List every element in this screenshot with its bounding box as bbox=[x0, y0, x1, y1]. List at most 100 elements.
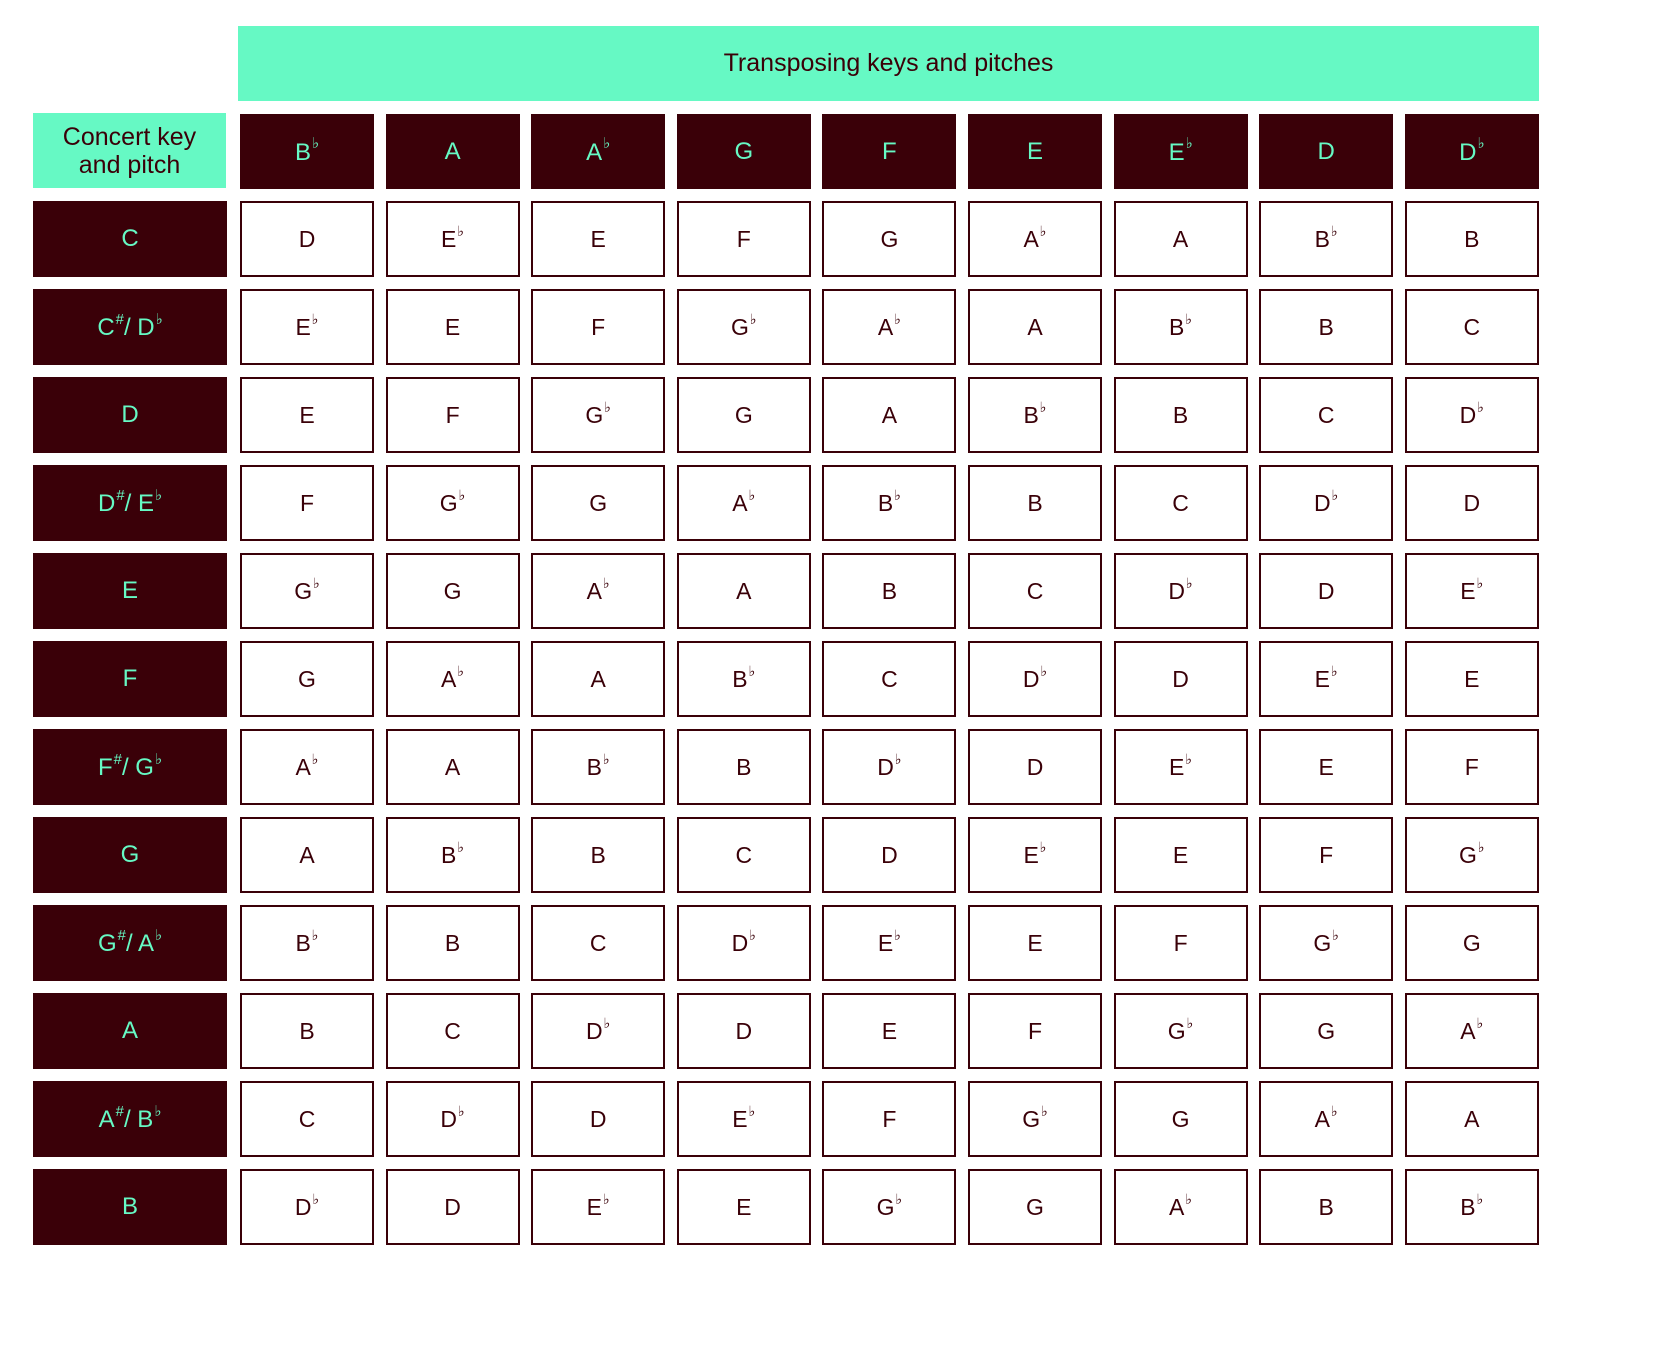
table-cell: B♭ bbox=[1259, 201, 1394, 277]
table-cell: G bbox=[240, 641, 374, 717]
row-header: G bbox=[33, 817, 227, 893]
row-header: C#/ D♭ bbox=[33, 289, 227, 365]
table-cell: F bbox=[676, 201, 811, 277]
table-cell: C bbox=[531, 905, 666, 981]
column-header: F bbox=[822, 114, 957, 189]
table-cell: B bbox=[1259, 289, 1394, 365]
row-header: C bbox=[33, 201, 227, 277]
column-header: A♭ bbox=[531, 114, 666, 189]
table-cell: F bbox=[968, 993, 1102, 1069]
table-cell: A bbox=[968, 289, 1102, 365]
column-header: E♭ bbox=[1113, 114, 1248, 189]
column-header: A bbox=[385, 114, 520, 189]
table-cell: B bbox=[385, 905, 520, 981]
table-cell: G bbox=[385, 553, 520, 629]
table-cell: E♭ bbox=[385, 201, 520, 277]
table-cell: A bbox=[1113, 201, 1248, 277]
table-cell: D♭ bbox=[968, 641, 1102, 717]
table-cell: G♭ bbox=[1113, 993, 1248, 1069]
table-cell: F bbox=[1259, 817, 1394, 893]
table-cell: B bbox=[531, 817, 666, 893]
table-cell: D bbox=[531, 1081, 666, 1157]
table-cell: B bbox=[1259, 1169, 1394, 1245]
table-cell: B bbox=[1113, 377, 1248, 453]
table-cell: E♭ bbox=[822, 905, 957, 981]
table-cell: C bbox=[1259, 377, 1394, 453]
table-cell: E♭ bbox=[968, 817, 1102, 893]
table-cell: A♭ bbox=[385, 641, 520, 717]
table-cell: E♭ bbox=[240, 289, 374, 365]
table-cell: G♭ bbox=[1404, 817, 1539, 893]
table-cell: B♭ bbox=[1404, 1169, 1539, 1245]
table-cell: A♭ bbox=[1259, 1081, 1394, 1157]
column-header: E bbox=[968, 114, 1102, 189]
table-cell: E bbox=[1113, 817, 1248, 893]
table-cell: C bbox=[822, 641, 957, 717]
table-cell: C bbox=[385, 993, 520, 1069]
column-header: D♭ bbox=[1404, 114, 1539, 189]
table-cell: E bbox=[1259, 729, 1394, 805]
table-cell: C bbox=[240, 1081, 374, 1157]
table-cell: A bbox=[385, 729, 520, 805]
table-cell: A bbox=[1404, 1081, 1539, 1157]
table-cell: G bbox=[822, 201, 957, 277]
table-cell: C bbox=[1404, 289, 1539, 365]
table-cell: F bbox=[531, 289, 666, 365]
table-cell: D bbox=[240, 201, 374, 277]
table-cell: B♭ bbox=[968, 377, 1102, 453]
row-header: G#/ A♭ bbox=[33, 905, 227, 981]
table-cell: B♭ bbox=[531, 729, 666, 805]
table-cell: E bbox=[968, 905, 1102, 981]
table-cell: D bbox=[385, 1169, 520, 1245]
table-cell: A bbox=[531, 641, 666, 717]
table-cell: E♭ bbox=[1404, 553, 1539, 629]
table-cell: D♭ bbox=[531, 993, 666, 1069]
table-cell: E♭ bbox=[1259, 641, 1394, 717]
row-header: A#/ B♭ bbox=[33, 1081, 227, 1157]
row-header: B bbox=[33, 1169, 227, 1245]
table-cell: D♭ bbox=[822, 729, 957, 805]
table-cell: G♭ bbox=[968, 1081, 1102, 1157]
table-cell: G bbox=[1404, 905, 1539, 981]
table-cell: G bbox=[1259, 993, 1394, 1069]
table-cell: G bbox=[1113, 1081, 1248, 1157]
table-cell: A bbox=[676, 553, 811, 629]
table-cell: F bbox=[1113, 905, 1248, 981]
table-cell: E bbox=[385, 289, 520, 365]
table-cell: D bbox=[822, 817, 957, 893]
row-header: D#/ E♭ bbox=[33, 465, 227, 541]
table-cell: E♭ bbox=[1113, 729, 1248, 805]
table-cell: G♭ bbox=[240, 553, 374, 629]
table-cell: C bbox=[1113, 465, 1248, 541]
table-cell: E bbox=[676, 1169, 811, 1245]
table-cell: A bbox=[822, 377, 957, 453]
table-cell: B♭ bbox=[676, 641, 811, 717]
table-cell: F bbox=[240, 465, 374, 541]
column-header: B♭ bbox=[240, 114, 374, 189]
table-cell: E bbox=[240, 377, 374, 453]
table-cell: A♭ bbox=[968, 201, 1102, 277]
table-cell: D♭ bbox=[385, 1081, 520, 1157]
table-cell: B♭ bbox=[240, 905, 374, 981]
table-cell: D bbox=[1404, 465, 1539, 541]
table-cell: D bbox=[968, 729, 1102, 805]
table-cell: G♭ bbox=[531, 377, 666, 453]
table-cell: D♭ bbox=[1259, 465, 1394, 541]
table-cell: D♭ bbox=[1113, 553, 1248, 629]
table-cell: D bbox=[676, 993, 811, 1069]
row-header-label: Concert key and pitch bbox=[33, 113, 226, 188]
table-cell: G bbox=[676, 377, 811, 453]
table-cell: E♭ bbox=[531, 1169, 666, 1245]
table-cell: A♭ bbox=[240, 729, 374, 805]
table-cell: C bbox=[676, 817, 811, 893]
transposition-table: Transposing keys and pitches Concert key… bbox=[0, 0, 1670, 1350]
table-cell: A bbox=[240, 817, 374, 893]
table-cell: F bbox=[822, 1081, 957, 1157]
table-cell: D♭ bbox=[1404, 377, 1539, 453]
table-cell: B♭ bbox=[1113, 289, 1248, 365]
row-header: E bbox=[33, 553, 227, 629]
table-cell: A♭ bbox=[1113, 1169, 1248, 1245]
row-header: F#/ G♭ bbox=[33, 729, 227, 805]
table-cell: B bbox=[1404, 201, 1539, 277]
row-header: F bbox=[33, 641, 227, 717]
